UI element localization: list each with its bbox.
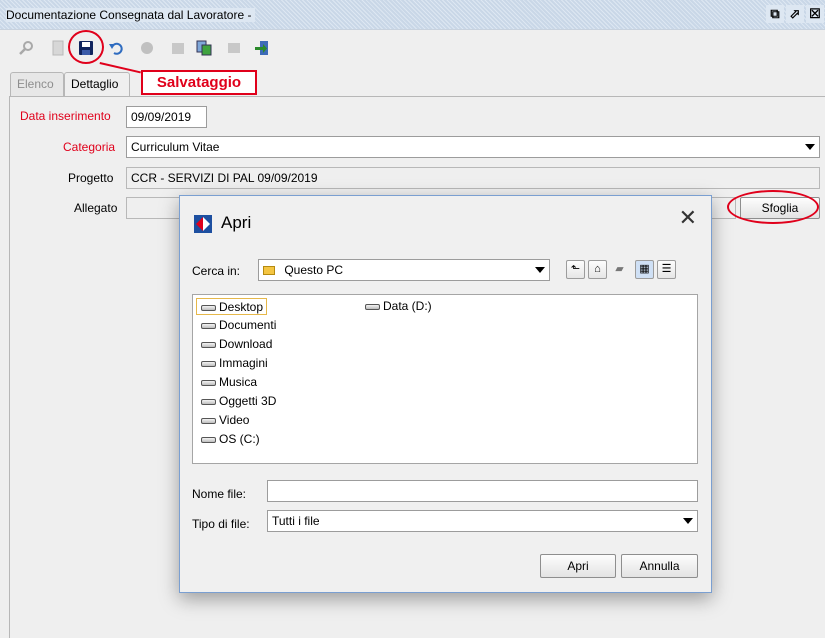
tab-dettaglio[interactable]: Dettaglio <box>64 72 130 96</box>
list-item[interactable]: Immagini <box>197 355 268 372</box>
dialog-title: Apri <box>221 213 252 232</box>
list-item[interactable]: OS (C:) <box>197 431 260 448</box>
export-icon[interactable] <box>226 40 242 56</box>
item-label: Immagini <box>219 356 268 370</box>
chevron-down-icon <box>805 144 815 150</box>
item-label: Musica <box>219 375 258 389</box>
progetto-label: Progetto <box>68 171 114 185</box>
look-in-value: Questo PC <box>284 263 344 277</box>
item-label: Download <box>219 337 273 351</box>
title-bar: Documentazione Consegnata dal Lavoratore… <box>0 0 825 30</box>
drive-icon <box>201 342 216 348</box>
save-highlight-ring <box>68 30 104 64</box>
progetto-field: CCR - SERVIZI DI PAL 09/09/2019 <box>126 167 820 189</box>
filename-label: Nome file: <box>192 487 247 501</box>
filetype-label: Tipo di file: <box>192 517 250 531</box>
list-item[interactable]: Download <box>197 336 272 353</box>
categoria-label: Categoria <box>63 140 116 154</box>
tab-elenco[interactable]: Elenco <box>10 72 64 96</box>
categoria-select[interactable]: Curriculum Vitae <box>126 136 820 158</box>
data-inserimento-label: Data inserimento <box>20 109 111 123</box>
panel-left-border <box>9 96 10 638</box>
drive-icon <box>201 380 216 386</box>
open-file-dialog: Apri ✕ Cerca in: Questo PC ⬑ ⌂ ▰ ▦ ☰ Des… <box>179 195 712 593</box>
drive-icon <box>201 361 216 367</box>
list-item[interactable]: Documenti <box>197 317 276 334</box>
exit-icon[interactable] <box>254 40 270 56</box>
item-label: Data (D:) <box>383 299 432 313</box>
drive-icon <box>201 323 216 329</box>
list-item[interactable]: Desktop <box>196 298 268 315</box>
app-logo-icon <box>194 215 212 233</box>
drive-icon <box>201 305 216 311</box>
list-item[interactable]: Musica <box>197 374 257 391</box>
filename-input[interactable] <box>267 480 698 502</box>
drive-icon <box>365 304 380 310</box>
drive-icon <box>201 418 216 424</box>
undo-icon[interactable] <box>108 40 124 56</box>
item-label: OS (C:) <box>219 432 260 446</box>
maximize-icon[interactable]: ⬀ <box>786 5 804 23</box>
close-icon[interactable]: ✕ <box>679 207 697 229</box>
drive-icon <box>201 437 216 443</box>
close-icon[interactable]: ☒ <box>806 5 824 23</box>
chevron-down-icon <box>683 518 693 524</box>
open-button[interactable]: Apri <box>540 554 616 578</box>
look-in-label: Cerca in: <box>192 264 241 278</box>
new-document-icon[interactable] <box>50 40 66 56</box>
categoria-value: Curriculum Vitae <box>131 140 220 154</box>
item-label: Documenti <box>219 318 277 332</box>
look-in-select[interactable]: Questo PC <box>258 259 550 281</box>
up-folder-icon[interactable]: ⬑ <box>566 260 585 279</box>
list-item[interactable]: Data (D:) <box>361 298 432 315</box>
save-callout-label: Salvataggio <box>141 70 257 95</box>
data-inserimento-field[interactable]: 09/09/2019 <box>126 106 207 128</box>
filetype-value: Tutti i file <box>272 514 320 528</box>
folder-icon <box>263 266 275 275</box>
list-item[interactable]: Oggetti 3D <box>197 393 276 410</box>
tab-content-border <box>10 96 825 97</box>
list-view-icon[interactable]: ▦ <box>635 260 654 279</box>
browse-highlight-ring <box>727 190 819 224</box>
copy-icon[interactable] <box>196 40 212 56</box>
file-list: Desktop Documenti Download Immagini Musi… <box>192 294 698 464</box>
window-title: Documentazione Consegnata dal Lavoratore… <box>6 8 256 22</box>
allegato-label: Allegato <box>74 201 118 215</box>
print-icon[interactable] <box>170 40 186 56</box>
list-item[interactable]: Video <box>197 412 249 429</box>
home-icon[interactable]: ⌂ <box>588 260 607 279</box>
new-folder-icon[interactable]: ▰ <box>610 260 629 279</box>
chevron-down-icon <box>535 267 545 273</box>
toolbar <box>0 31 825 68</box>
search-icon[interactable] <box>18 40 34 56</box>
delete-icon[interactable] <box>139 40 155 56</box>
restore-icon[interactable]: ⧉ <box>766 5 784 23</box>
item-label: Video <box>219 413 250 427</box>
cancel-button[interactable]: Annulla <box>621 554 698 578</box>
item-label: Desktop <box>219 300 264 314</box>
item-label: Oggetti 3D <box>219 394 277 408</box>
drive-icon <box>201 399 216 405</box>
filetype-select[interactable]: Tutti i file <box>267 510 698 532</box>
details-view-icon[interactable]: ☰ <box>657 260 676 279</box>
